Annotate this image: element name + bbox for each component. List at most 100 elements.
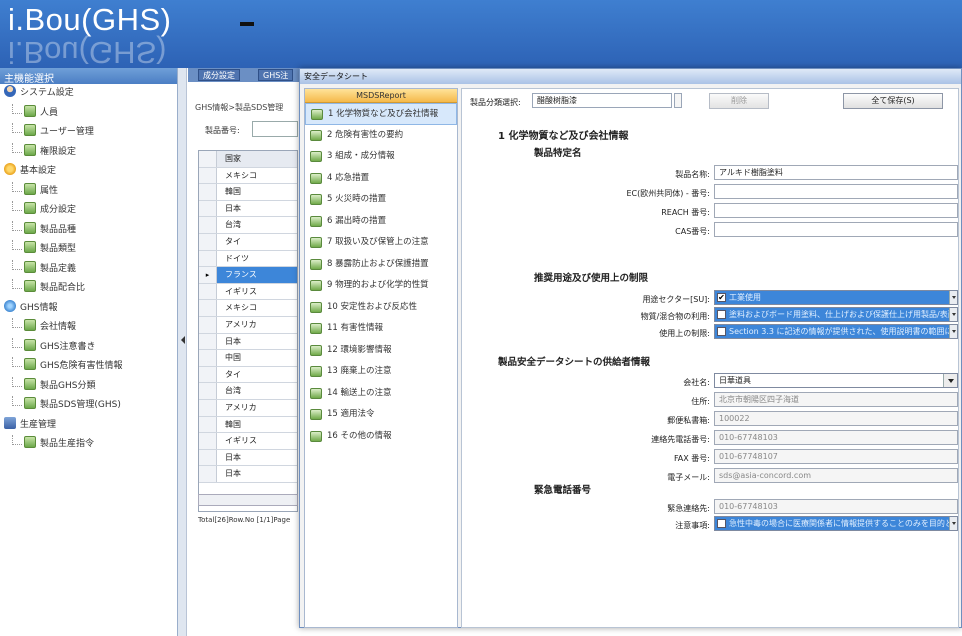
save-all-button[interactable]: 全て保存(S) xyxy=(843,93,943,109)
nav-item[interactable]: 権限設定 xyxy=(0,142,177,163)
table-row[interactable]: タイ xyxy=(199,366,297,384)
mixture-use-select[interactable]: 塗料およびボード用塗料、仕上げおよび保護仕上げ用製品/表面剤および xyxy=(714,307,958,322)
nav-item[interactable]: 属性 xyxy=(0,181,177,202)
grid-horizontal-scrollbar[interactable] xyxy=(198,494,298,506)
table-row[interactable]: ドイツ xyxy=(199,250,297,268)
scroll-arrow-icon[interactable] xyxy=(949,325,957,338)
table-row[interactable]: イギリス xyxy=(199,283,297,301)
table-row[interactable]: 台湾 xyxy=(199,383,297,400)
table-row[interactable]: 中国 xyxy=(199,350,297,367)
nav-item[interactable]: GHS危険有害性情報 xyxy=(0,357,177,377)
checkbox-checked-icon[interactable]: ✔ xyxy=(717,293,726,302)
table-row[interactable]: ▸ フランス xyxy=(199,267,297,284)
row-header-cell[interactable] xyxy=(199,466,217,482)
row-header-cell[interactable] xyxy=(199,366,217,383)
scroll-arrow-icon[interactable] xyxy=(949,291,957,304)
checkbox-icon[interactable] xyxy=(717,310,726,319)
category-lookup-button[interactable] xyxy=(674,93,682,108)
menu-item-section-8[interactable]: 8 暴露防止および保護措置 xyxy=(305,254,457,276)
nav-item[interactable]: GHS情報 xyxy=(0,299,177,319)
row-header-cell[interactable] xyxy=(199,233,217,250)
row-header-cell[interactable]: ▸ xyxy=(199,267,217,283)
menu-item-section-3[interactable]: 3 組成・成分情報 xyxy=(305,146,457,168)
product-name-field[interactable]: アルキド樹脂塗料 xyxy=(714,165,958,180)
note-select[interactable]: 急性中毒の場合に医療関係者に情報提供することのみを目的としている xyxy=(714,516,958,531)
nav-item[interactable]: 成分設定 xyxy=(0,201,177,221)
nav-item[interactable]: 製品品種 xyxy=(0,220,177,241)
table-row[interactable]: 台湾 xyxy=(199,217,297,234)
nav-item[interactable]: 製品生産指令 xyxy=(0,435,177,455)
nav-item[interactable]: 製品定義 xyxy=(0,259,177,280)
table-row[interactable]: メキシコ xyxy=(199,167,297,185)
menu-item-section-1[interactable]: 1 化学物質など及び会社情報 xyxy=(305,103,457,125)
nav-item[interactable]: 生産管理 xyxy=(0,416,177,436)
table-row[interactable]: 日本 xyxy=(199,333,297,351)
menu-item-section-13[interactable]: 13 廃棄上の注意 xyxy=(305,361,457,383)
reach-number-field[interactable] xyxy=(714,203,958,218)
nav-item[interactable]: 製品SDS管理(GHS) xyxy=(0,396,177,416)
menu-item-section-11[interactable]: 11 有害性情報 xyxy=(305,318,457,340)
checkbox-icon[interactable] xyxy=(717,519,726,528)
row-header-cell[interactable] xyxy=(199,283,217,300)
tab-ingredient-settings[interactable]: 成分設定 xyxy=(198,69,240,81)
menu-item-section-12[interactable]: 12 環境影響情報 xyxy=(305,340,457,362)
row-header-cell[interactable] xyxy=(199,383,217,399)
nav-item[interactable]: ユーザー管理 xyxy=(0,123,177,143)
nav-item[interactable]: 製品類型 xyxy=(0,240,177,260)
category-input[interactable]: 醋酸树脂漆 xyxy=(532,93,672,108)
nav-item[interactable]: 基本設定 xyxy=(0,162,177,182)
table-row[interactable]: 日本 xyxy=(199,200,297,218)
table-row[interactable]: 日本 xyxy=(199,449,297,467)
row-header-cell[interactable] xyxy=(199,300,217,316)
scroll-arrow-icon[interactable] xyxy=(949,517,957,530)
table-row[interactable]: 韓国 xyxy=(199,184,297,201)
table-row[interactable]: メキシコ xyxy=(199,300,297,317)
chevron-down-icon[interactable] xyxy=(943,374,957,387)
row-header-cell[interactable] xyxy=(199,399,217,416)
nav-item[interactable]: 製品GHS分類 xyxy=(0,376,177,397)
row-header-cell[interactable] xyxy=(199,433,217,449)
nav-item[interactable]: システム設定 xyxy=(0,84,177,104)
delete-button[interactable]: 削除 xyxy=(709,93,769,109)
nav-item[interactable]: GHS注意書き xyxy=(0,337,177,358)
row-header-cell[interactable] xyxy=(199,184,217,200)
nav-item[interactable]: 製品配合比 xyxy=(0,279,177,299)
row-header-cell[interactable] xyxy=(199,333,217,350)
menu-item-section-2[interactable]: 2 危険有害性の要約 xyxy=(305,125,457,147)
menu-item-section-9[interactable]: 9 物理的および化学的性質 xyxy=(305,275,457,297)
tab-ghs-notes[interactable]: GHS注 xyxy=(258,69,294,81)
row-header-cell[interactable] xyxy=(199,250,217,267)
panel-splitter[interactable] xyxy=(178,68,187,636)
row-header-cell[interactable] xyxy=(199,200,217,217)
menu-item-section-15[interactable]: 15 適用法令 xyxy=(305,404,457,426)
table-row[interactable]: アメリカ xyxy=(199,399,297,417)
nav-item[interactable]: 会社情報 xyxy=(0,318,177,338)
row-header-cell[interactable] xyxy=(199,350,217,366)
cas-number-field[interactable] xyxy=(714,222,958,237)
table-row[interactable]: タイ xyxy=(199,233,297,251)
nav-item[interactable]: 人員 xyxy=(0,103,177,124)
checkbox-icon[interactable] xyxy=(717,327,726,336)
company-name-dropdown[interactable]: 日華道具 xyxy=(714,373,958,388)
menu-item-section-16[interactable]: 16 その他の情報 xyxy=(305,426,457,448)
table-row[interactable]: アメリカ xyxy=(199,316,297,334)
scroll-arrow-icon[interactable] xyxy=(949,308,957,321)
row-header-cell[interactable] xyxy=(199,217,217,233)
collapse-arrow-icon[interactable] xyxy=(181,336,185,344)
product-number-input[interactable] xyxy=(252,121,298,137)
menu-item-section-6[interactable]: 6 漏出時の措置 xyxy=(305,211,457,233)
table-row[interactable]: イギリス xyxy=(199,433,297,450)
menu-item-section-14[interactable]: 14 輸送上の注意 xyxy=(305,383,457,405)
row-header-cell[interactable] xyxy=(199,167,217,184)
sector-select[interactable]: ✔ 工業使用 xyxy=(714,290,958,305)
menu-item-section-10[interactable]: 10 安定性および反応性 xyxy=(305,297,457,319)
table-row[interactable]: 韓国 xyxy=(199,416,297,434)
ec-number-field[interactable] xyxy=(714,184,958,199)
restriction-select[interactable]: Section 3.3 に記述の情報が提供された、使用説明書の範囲に、その用途.… xyxy=(714,324,958,339)
menu-item-section-7[interactable]: 7 取扱い及び保管上の注意 xyxy=(305,232,457,254)
row-header-cell[interactable] xyxy=(199,416,217,433)
table-row[interactable]: 日本 xyxy=(199,466,297,483)
menu-item-section-5[interactable]: 5 火災時の措置 xyxy=(305,189,457,211)
row-header-cell[interactable] xyxy=(199,449,217,466)
row-header-cell[interactable] xyxy=(199,316,217,333)
